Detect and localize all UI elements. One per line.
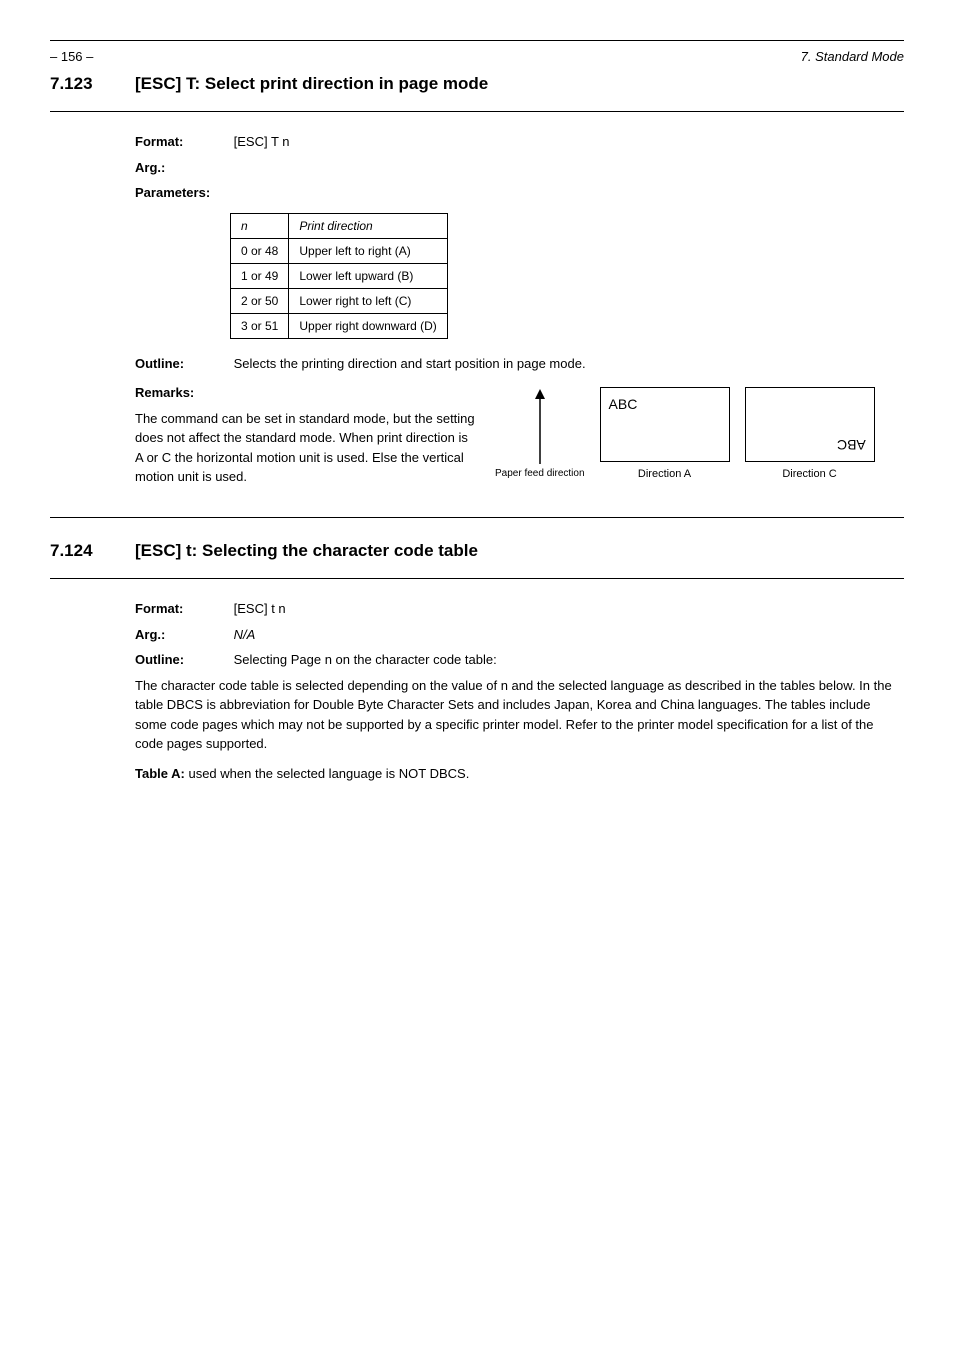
arg-na: N/A: [234, 627, 256, 642]
abc-text-c: ABC: [837, 434, 866, 455]
direction-diagram: Paper feed direction ABC Direction A ABC…: [495, 383, 875, 487]
feed-direction-label: Paper feed direction: [495, 466, 585, 481]
arg-label: Arg.:: [135, 625, 230, 645]
direction-a-box: ABC: [600, 387, 730, 462]
table-row: 2 or 50 Lower right to left (C): [231, 288, 448, 313]
format-label: Format:: [135, 132, 230, 152]
outline-text: Selecting Page n on the character code t…: [234, 652, 497, 667]
subsection-title: [ESC] T: Select print direction in page …: [135, 71, 488, 97]
format-value: [ESC] T n: [234, 134, 290, 149]
subsection-title: [ESC] t: Selecting the character code ta…: [135, 538, 478, 564]
body-paragraph: The character code table is selected dep…: [135, 676, 904, 754]
section-ref: 7. Standard Mode: [801, 47, 904, 67]
arg-label: Arg.:: [135, 158, 230, 178]
direction-a-caption: Direction A: [600, 466, 730, 483]
format-label: Format:: [135, 599, 230, 619]
table-row: 1 or 49 Lower left upward (B): [231, 263, 448, 288]
outline-text: Selects the printing direction and start…: [234, 356, 586, 371]
direction-c-caption: Direction C: [745, 466, 875, 483]
remarks-label: Remarks:: [135, 383, 230, 403]
outline-label: Outline:: [135, 650, 230, 670]
table-a-label: Table A:: [135, 766, 185, 781]
parameters-label: Parameters:: [135, 185, 210, 200]
table-header-mode: Print direction: [289, 213, 447, 238]
outline-label: Outline:: [135, 354, 230, 374]
page-number: – 156 –: [50, 47, 93, 67]
remarks-text: The command can be set in standard mode,…: [135, 409, 475, 487]
direction-c-box: ABC: [745, 387, 875, 462]
table-row: 3 or 51 Upper right downward (D): [231, 313, 448, 338]
parameters-table: n Print direction 0 or 48 Upper left to …: [230, 213, 448, 339]
subsection-number: 7.124: [50, 538, 135, 564]
table-a-text: used when the selected language is NOT D…: [188, 766, 469, 781]
abc-text-a: ABC: [609, 394, 638, 415]
arrow-up-icon: [530, 389, 550, 464]
table-row: 0 or 48 Upper left to right (A): [231, 238, 448, 263]
table-header-n: n: [231, 213, 289, 238]
subsection-number: 7.123: [50, 71, 135, 97]
format-value: [ESC] t n: [234, 601, 286, 616]
